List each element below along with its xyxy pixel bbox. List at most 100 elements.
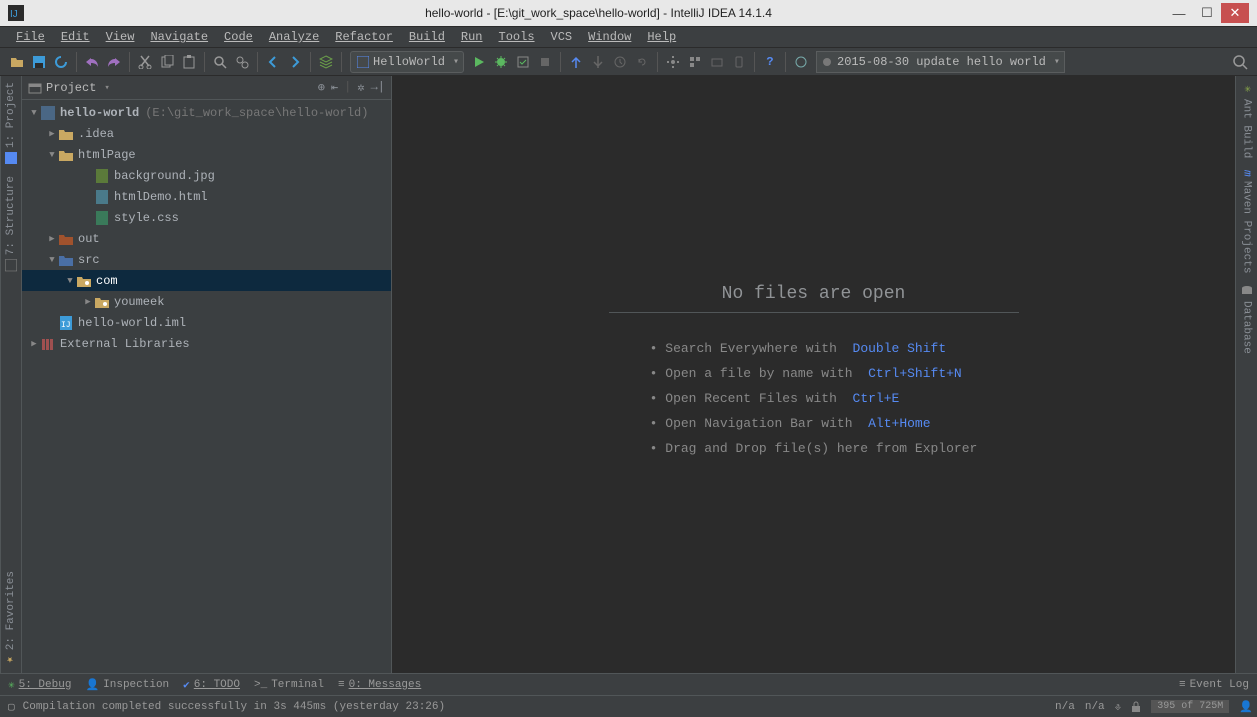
tab-database[interactable]: Database — [1236, 279, 1257, 360]
collapse-all-icon[interactable]: ⇤ — [331, 80, 338, 95]
hide-panel-icon[interactable]: →| — [371, 80, 385, 95]
cut-icon[interactable] — [134, 51, 156, 73]
menu-run[interactable]: Run — [453, 28, 491, 46]
menu-edit[interactable]: Edit — [53, 28, 98, 46]
paste-icon[interactable] — [178, 51, 200, 73]
sync-icon[interactable] — [50, 51, 72, 73]
maximize-button[interactable]: ☐ — [1193, 3, 1221, 23]
separator — [657, 52, 658, 72]
tab-terminal[interactable]: >_Terminal — [254, 679, 324, 691]
redo-icon[interactable] — [103, 51, 125, 73]
tab-messages[interactable]: ≡0: Messages — [338, 679, 421, 691]
tree-node-src[interactable]: ▼src — [22, 249, 391, 270]
tab-maven[interactable]: mMaven Projects — [1236, 164, 1257, 279]
project-panel-header: Project ⊕ ⇤ | ✲ →| — [22, 76, 391, 100]
jrebel-icon[interactable] — [790, 51, 812, 73]
editor-area[interactable]: No files are open Search Everywhere with… — [392, 76, 1235, 673]
tree-node-htmlpage[interactable]: ▼htmlPage — [22, 144, 391, 165]
tab-project[interactable]: 1: Project — [1, 76, 21, 170]
vcs-update-icon[interactable] — [565, 51, 587, 73]
menu-view[interactable]: View — [98, 28, 143, 46]
scroll-to-source-icon[interactable]: ⊕ — [318, 80, 325, 95]
save-icon[interactable] — [28, 51, 50, 73]
forward-icon[interactable] — [284, 51, 306, 73]
tree-node-libs[interactable]: ▶External Libraries — [22, 333, 391, 354]
separator — [341, 52, 342, 72]
tab-event-log[interactable]: ≡Event Log — [1179, 679, 1249, 691]
tree-node-youmeek[interactable]: ▶youmeek — [22, 291, 391, 312]
debug-icon[interactable] — [490, 51, 512, 73]
svg-text:IJ: IJ — [61, 321, 71, 330]
bottom-tool-stripe: ✳5: Debug 👤Inspection ✔6: TODO >_Termina… — [0, 673, 1257, 695]
separator — [204, 52, 205, 72]
tree-node-com[interactable]: ▼com — [22, 270, 391, 291]
search-everywhere-icon[interactable] — [1229, 51, 1251, 73]
folder-icon — [58, 147, 74, 163]
tab-inspection[interactable]: 👤Inspection — [85, 678, 169, 692]
replace-icon[interactable] — [231, 51, 253, 73]
tree-node-out[interactable]: ▶out — [22, 228, 391, 249]
panel-settings-icon[interactable]: ✲ — [357, 80, 364, 95]
copy-icon[interactable] — [156, 51, 178, 73]
project-tree[interactable]: ▼hello-world(E:\git_work_space\hello-wor… — [22, 100, 391, 673]
settings-icon[interactable] — [662, 51, 684, 73]
tab-todo[interactable]: ✔6: TODO — [183, 678, 240, 692]
tree-node-root[interactable]: ▼hello-world(E:\git_work_space\hello-wor… — [22, 102, 391, 123]
separator — [310, 52, 311, 72]
iml-file-icon: IJ — [58, 315, 74, 331]
tree-node-iml[interactable]: IJhello-world.iml — [22, 312, 391, 333]
project-structure-icon[interactable] — [684, 51, 706, 73]
run-config-dropdown[interactable]: HelloWorld — [350, 51, 464, 73]
tree-node-idea[interactable]: ▶.idea — [22, 123, 391, 144]
project-view-dropdown[interactable]: Project — [28, 81, 110, 95]
status-encoding[interactable]: n/a — [1055, 701, 1075, 713]
tree-node-bg[interactable]: background.jpg — [22, 165, 391, 186]
run-icon[interactable] — [468, 51, 490, 73]
tool-windows-icon[interactable]: ▢ — [4, 700, 19, 714]
avd-icon[interactable] — [728, 51, 750, 73]
vcs-commit-icon[interactable] — [587, 51, 609, 73]
status-line-sep[interactable]: n/a — [1085, 701, 1105, 713]
hector-icon[interactable]: 👤 — [1239, 700, 1253, 714]
help-icon[interactable]: ? — [759, 51, 781, 73]
build-icon[interactable] — [315, 51, 337, 73]
insert-mode-icon[interactable]: ⎀ — [1115, 700, 1122, 714]
toolbar: HelloWorld ? 2015-08-30 update hello wor… — [0, 48, 1257, 76]
placeholder-title: No files are open — [609, 284, 1019, 313]
tab-structure[interactable]: 7: Structure — [1, 170, 21, 277]
vcs-history-icon[interactable] — [609, 51, 631, 73]
minimize-button[interactable]: — — [1165, 3, 1193, 23]
menu-analyze[interactable]: Analyze — [261, 28, 327, 46]
menu-navigate[interactable]: Navigate — [142, 28, 216, 46]
back-icon[interactable] — [262, 51, 284, 73]
lock-icon[interactable] — [1131, 701, 1141, 713]
close-button[interactable]: ✕ — [1221, 3, 1249, 23]
menu-build[interactable]: Build — [401, 28, 453, 46]
menu-code[interactable]: Code — [216, 28, 261, 46]
menu-window[interactable]: Window — [580, 28, 639, 46]
menu-tools[interactable]: Tools — [491, 28, 543, 46]
coverage-icon[interactable] — [512, 51, 534, 73]
menu-refactor[interactable]: Refactor — [327, 28, 401, 46]
svg-text:IJ: IJ — [10, 9, 18, 20]
undo-icon[interactable] — [81, 51, 103, 73]
sdk-icon[interactable] — [706, 51, 728, 73]
window-controls: — ☐ ✕ — [1165, 3, 1249, 23]
tab-debug[interactable]: ✳5: Debug — [8, 678, 71, 692]
memory-indicator[interactable]: 395 of 725M — [1151, 700, 1229, 713]
find-icon[interactable] — [209, 51, 231, 73]
open-icon[interactable] — [6, 51, 28, 73]
commit-dot-icon — [823, 58, 831, 66]
stop-icon[interactable] — [534, 51, 556, 73]
tab-favorites[interactable]: ★ 2: Favorites — [1, 565, 21, 673]
tip-nav-bar: Open Navigation Bar with Alt+Home — [650, 416, 978, 431]
tree-node-css[interactable]: style.css — [22, 207, 391, 228]
tree-node-html[interactable]: htmlDemo.html — [22, 186, 391, 207]
tab-ant-build[interactable]: ✳Ant Build — [1236, 76, 1257, 164]
vcs-log-dropdown[interactable]: 2015-08-30 update hello world — [816, 51, 1065, 73]
vcs-log-label: 2015-08-30 update hello world — [837, 55, 1046, 69]
menu-vcs[interactable]: VCS — [543, 28, 581, 46]
menu-file[interactable]: File — [8, 28, 53, 46]
menu-help[interactable]: Help — [639, 28, 684, 46]
vcs-revert-icon[interactable] — [631, 51, 653, 73]
